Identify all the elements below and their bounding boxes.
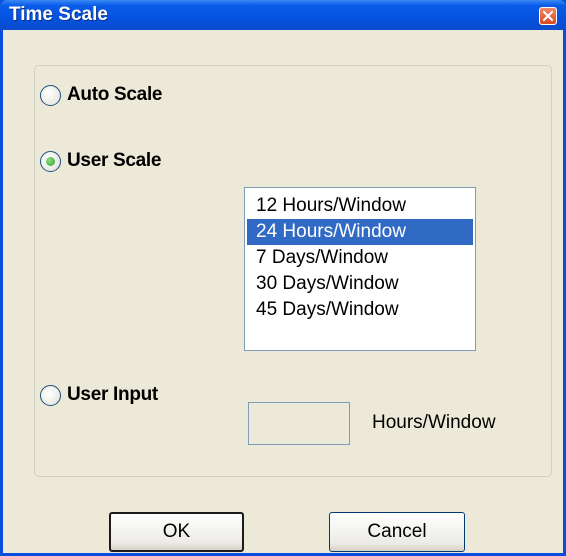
close-icon (543, 11, 553, 21)
radio-selected-dot (46, 156, 55, 166)
list-item[interactable]: 45 Days/Window (247, 297, 473, 323)
auto-scale-option[interactable]: Auto Scale (40, 84, 163, 106)
user-input-radio[interactable] (40, 384, 61, 406)
user-scale-label: User Scale (67, 150, 162, 171)
list-item[interactable]: 12 Hours/Window (247, 193, 473, 219)
close-button[interactable] (539, 7, 557, 25)
auto-scale-radio[interactable] (40, 84, 61, 106)
user-scale-option[interactable]: User Scale (40, 150, 161, 172)
time-scale-dialog: Time Scale Auto Scale User Scale 12 Hour… (0, 0, 566, 556)
title-bar[interactable]: Time Scale (0, 0, 566, 30)
user-input-option[interactable]: User Input (40, 384, 158, 406)
list-item[interactable]: 7 Days/Window (247, 245, 473, 271)
dialog-title: Time Scale (9, 4, 108, 25)
user-input-label: User Input (67, 384, 158, 405)
scale-listbox[interactable]: 12 Hours/Window 24 Hours/Window 7 Days/Win… (244, 187, 476, 351)
ok-button[interactable]: OK (109, 512, 244, 552)
user-scale-radio[interactable] (40, 150, 61, 172)
auto-scale-label: Auto Scale (67, 84, 163, 105)
hours-input[interactable] (248, 402, 350, 445)
hours-unit-label: Hours/Window (372, 412, 496, 433)
dialog-body: Auto Scale User Scale 12 Hours/Window 24 … (3, 30, 563, 553)
cancel-button[interactable]: Cancel (329, 512, 465, 552)
list-item[interactable]: 30 Days/Window (247, 271, 473, 297)
list-item[interactable]: 24 Hours/Window (247, 219, 473, 245)
